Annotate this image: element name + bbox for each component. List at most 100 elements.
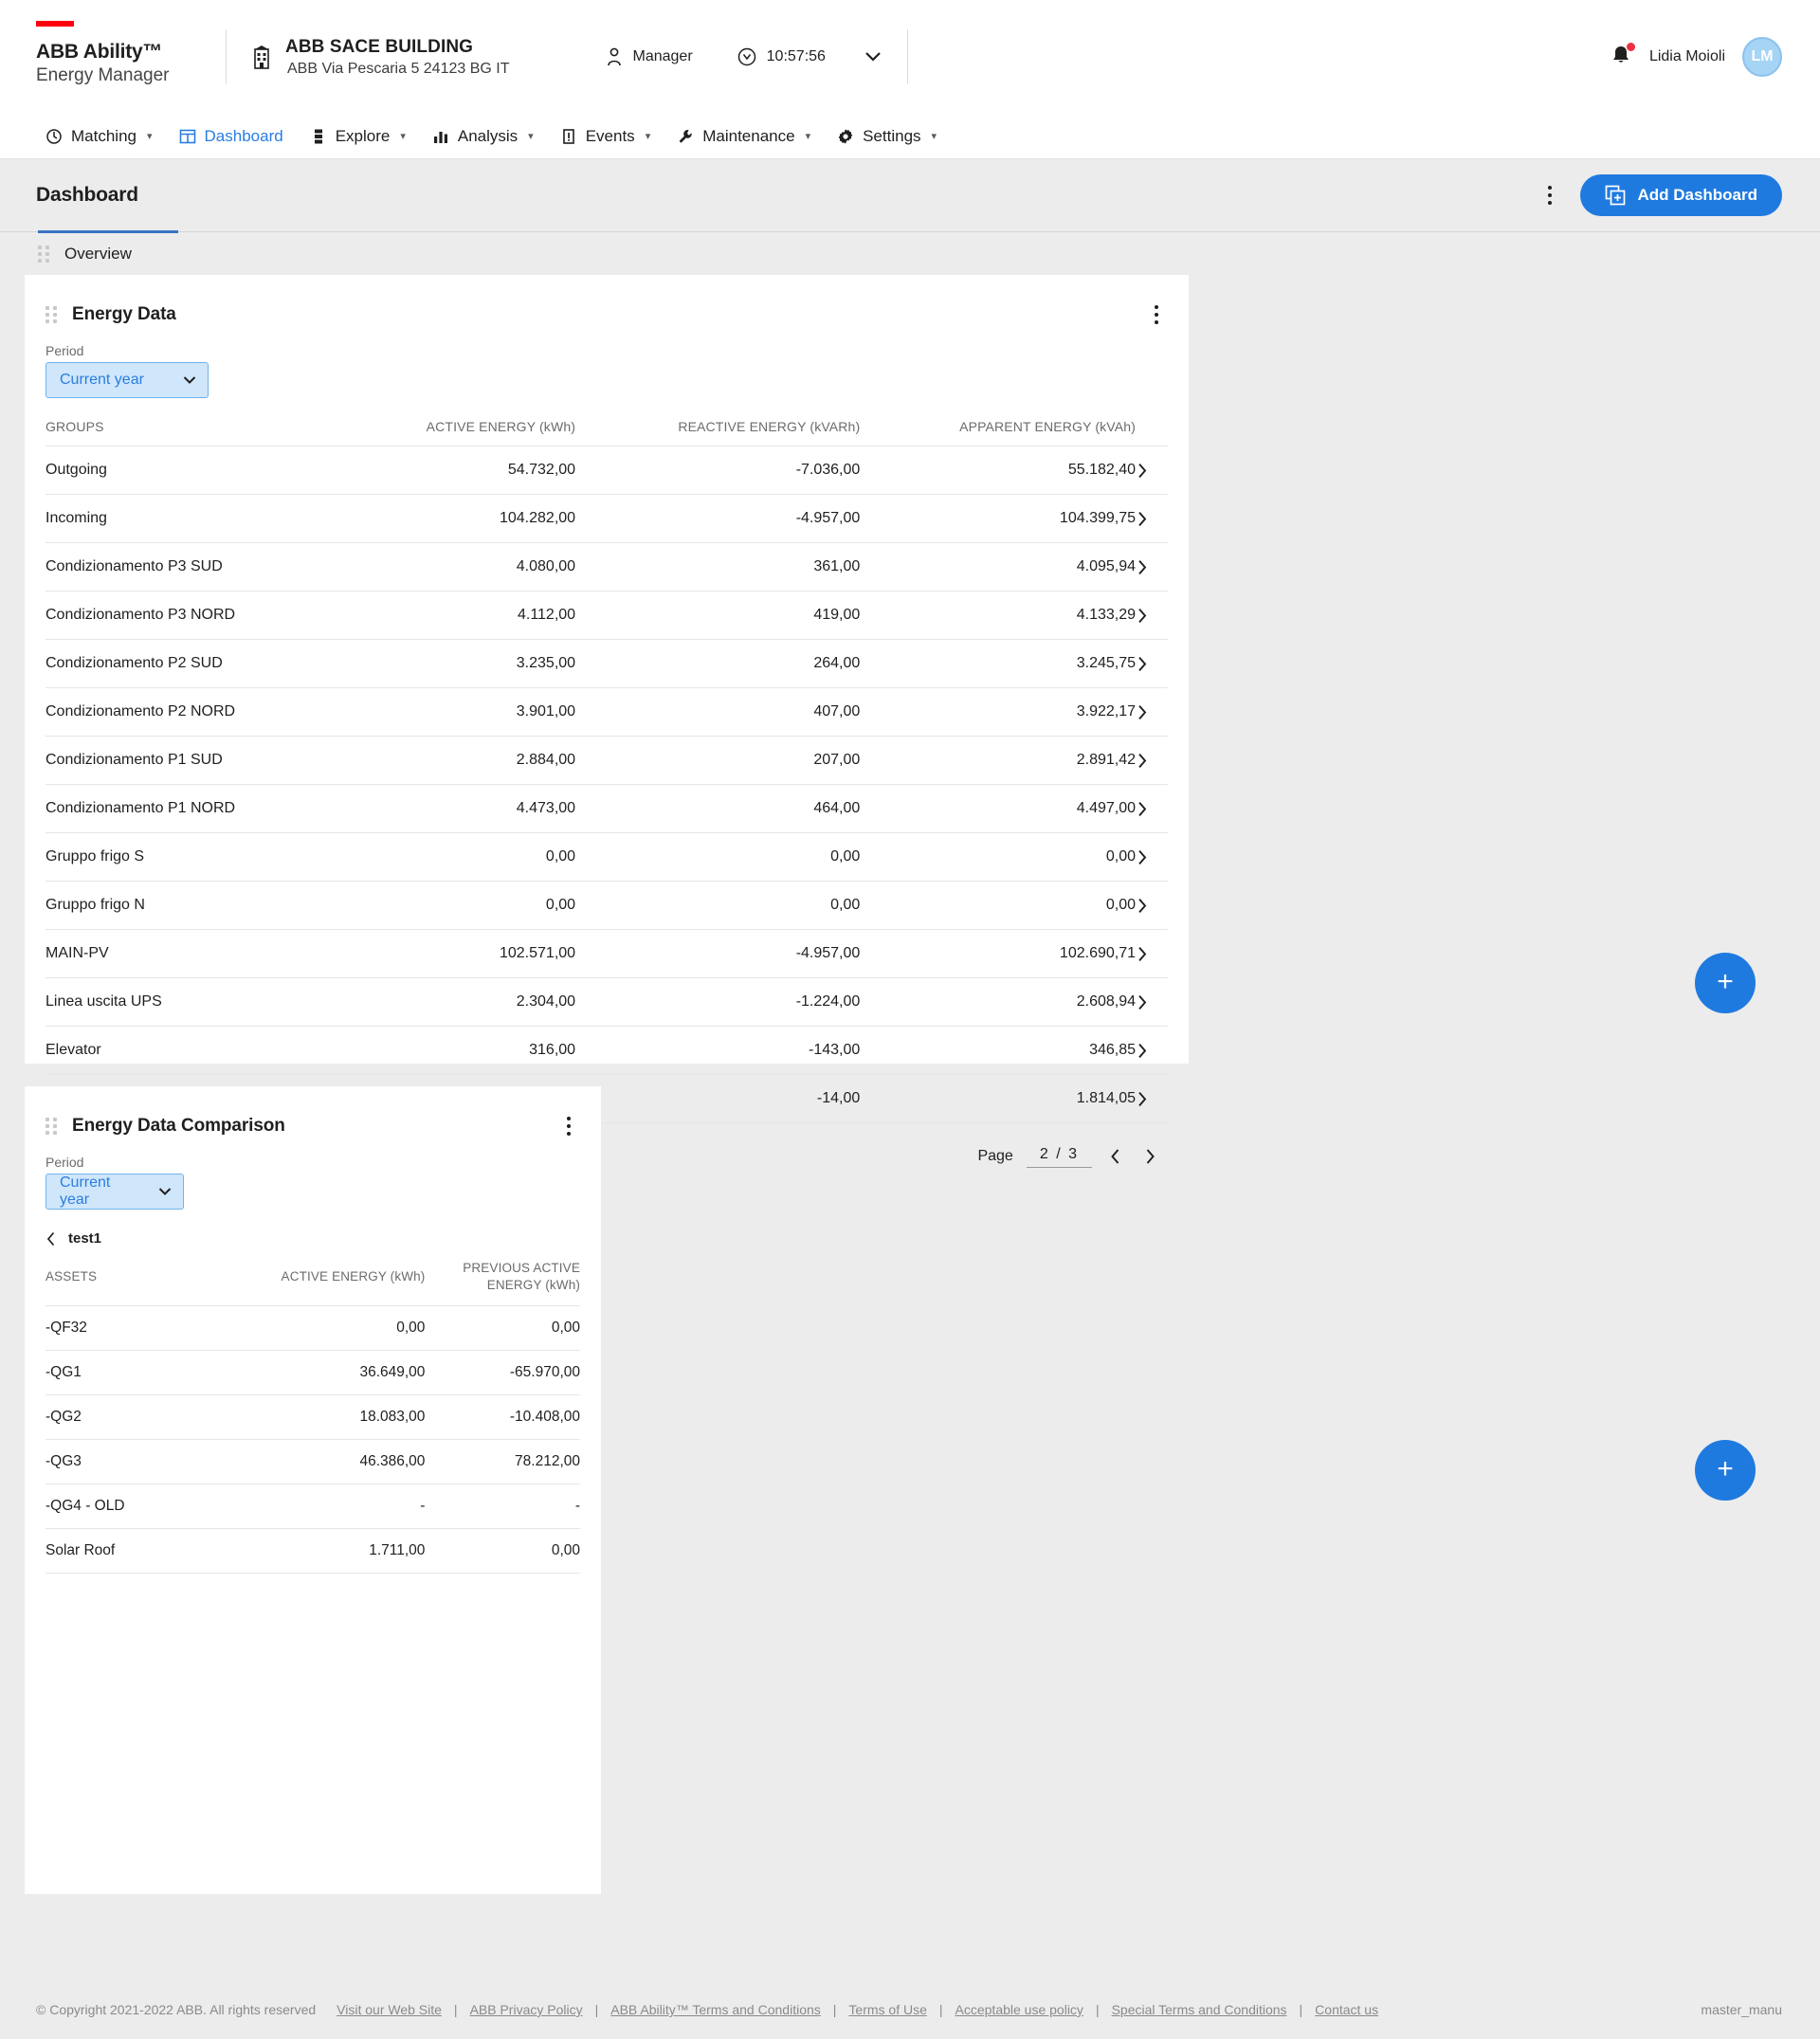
- nav-item-explore[interactable]: Explore ▾: [297, 114, 419, 159]
- period-value: Current year: [60, 372, 144, 388]
- drag-handle-icon[interactable]: [38, 245, 49, 263]
- col-previous: PREVIOUS ACTIVE ENERGY (kWh): [463, 1261, 580, 1293]
- page-separator: /: [1056, 1146, 1063, 1162]
- widget-options-kebab[interactable]: [559, 1111, 578, 1141]
- explore-icon: [310, 128, 327, 145]
- notification-badge: [1626, 43, 1635, 51]
- add-widget-fab-2[interactable]: +: [1695, 1440, 1756, 1501]
- cell-asset-name: -QG2: [46, 1394, 249, 1440]
- table-row[interactable]: Outgoing 54.732,00 -7.036,00 55.182,40: [46, 446, 1168, 495]
- table-row[interactable]: MAIN-PV 102.571,00 -4.957,00 102.690,71: [46, 929, 1168, 978]
- dashboard-options-kebab[interactable]: [1540, 180, 1559, 210]
- site-selector[interactable]: ABB SACE BUILDING ABB Via Pescaria 5 241…: [227, 37, 510, 78]
- nav-item-matching[interactable]: Matching ▾: [32, 114, 166, 159]
- row-drilldown-button[interactable]: [1136, 832, 1168, 882]
- table-row[interactable]: Condizionamento P1 NORD 4.473,00 464,00 4.4…: [46, 784, 1168, 833]
- period-select[interactable]: Current year: [46, 1174, 184, 1210]
- table-row[interactable]: Condizionamento P2 NORD 3.901,00 407,00 3.9…: [46, 687, 1168, 737]
- cell-reactive-energy: 361,00: [575, 542, 861, 592]
- cell-group-name: Incoming: [46, 494, 342, 543]
- table-row[interactable]: -QG2 18.083,00 -10.408,00: [46, 1394, 580, 1440]
- row-drilldown-button[interactable]: [1136, 1074, 1168, 1122]
- widget-options-kebab[interactable]: [1147, 300, 1166, 330]
- tab-label-overview: Overview: [64, 244, 132, 263]
- cell-active-energy: 4.112,00: [341, 591, 576, 640]
- nav-label-analysis: Analysis: [457, 126, 519, 145]
- brand-block[interactable]: ABB Ability™ Energy Manager: [0, 0, 226, 114]
- row-drilldown-button[interactable]: [1136, 736, 1168, 785]
- energy-table-wrapper: GROUPS ACTIVE ENERGY (kWh) REACTIVE ENER…: [25, 419, 1189, 1123]
- table-row[interactable]: Incoming 104.282,00 -4.957,00 104.399,75: [46, 494, 1168, 543]
- row-drilldown-button[interactable]: [1136, 1026, 1168, 1075]
- row-drilldown-button[interactable]: [1136, 494, 1168, 543]
- row-drilldown-button[interactable]: [1136, 977, 1168, 1027]
- prev-page-button[interactable]: [1105, 1148, 1126, 1165]
- page-indicator[interactable]: 2 / 3: [1026, 1144, 1092, 1168]
- cell-active-energy: 1.711,00: [248, 1528, 426, 1574]
- row-drilldown-button[interactable]: [1136, 639, 1168, 688]
- table-row[interactable]: Condizionamento P1 SUD 2.884,00 207,00 2.89…: [46, 736, 1168, 785]
- table-row[interactable]: Condizionamento P2 SUD 3.235,00 264,00 3.24…: [46, 639, 1168, 688]
- table-row[interactable]: Elevator 316,00 -143,00 346,85: [46, 1026, 1168, 1075]
- cell-reactive-energy: -1.224,00: [575, 977, 861, 1027]
- cell-reactive-energy: -14,00: [575, 1074, 861, 1122]
- row-drilldown-button[interactable]: [1136, 446, 1168, 495]
- user-role-label: Manager: [632, 48, 693, 64]
- clock-time: 10:57:56: [766, 48, 826, 64]
- breadcrumb-back[interactable]: test1: [25, 1210, 601, 1247]
- table-row[interactable]: -QG4 - OLD - -: [46, 1484, 580, 1529]
- nav-item-analysis[interactable]: Analysis ▾: [419, 114, 547, 159]
- drag-handle-icon[interactable]: [46, 1118, 57, 1135]
- drag-handle-icon[interactable]: [46, 306, 57, 323]
- chevron-down-icon[interactable]: [864, 50, 883, 64]
- cell-previous-active-energy: 0,00: [425, 1305, 580, 1351]
- footer-link[interactable]: Terms of Use: [848, 2002, 926, 2017]
- nav-item-settings[interactable]: Settings ▾: [824, 114, 950, 159]
- table-row[interactable]: Condizionamento P3 NORD 4.112,00 419,00 4.1…: [46, 591, 1168, 640]
- table-row[interactable]: Condizionamento P3 SUD 4.080,00 361,00 4.09…: [46, 542, 1168, 592]
- chevron-down-icon: [158, 1187, 172, 1196]
- header-divider: [906, 29, 908, 84]
- settings-gear-icon: [837, 128, 854, 145]
- building-icon: [251, 45, 272, 69]
- footer-separator: |: [1299, 2002, 1303, 2017]
- add-widget-fab-1[interactable]: +: [1695, 953, 1756, 1013]
- row-drilldown-button[interactable]: [1136, 881, 1168, 930]
- cell-group-name: Elevator: [46, 1026, 342, 1075]
- cell-asset-name: -QG3: [46, 1439, 249, 1484]
- table-row[interactable]: Linea uscita UPS 2.304,00 -1.224,00 2.608,9…: [46, 977, 1168, 1027]
- nav-item-maintenance[interactable]: Maintenance ▾: [664, 114, 824, 159]
- footer-link[interactable]: ABB Privacy Policy: [470, 2002, 583, 2017]
- footer-link[interactable]: Contact us: [1315, 2002, 1378, 2017]
- table-row[interactable]: -QG3 46.386,00 78.212,00: [46, 1439, 580, 1484]
- widget-title: Energy Data: [72, 304, 176, 324]
- footer-link[interactable]: Acceptable use policy: [956, 2002, 1083, 2017]
- avatar[interactable]: LM: [1742, 37, 1782, 77]
- add-dashboard-button[interactable]: Add Dashboard: [1580, 174, 1782, 216]
- table-row[interactable]: -QF32 0,00 0,00: [46, 1305, 580, 1351]
- next-page-button[interactable]: [1139, 1148, 1160, 1165]
- tab-overview[interactable]: Overview: [0, 232, 132, 276]
- nav-item-dashboard[interactable]: Dashboard: [166, 114, 297, 159]
- dashboard-tabs: Overview: [0, 230, 1820, 276]
- widget-title: Energy Data Comparison: [72, 1116, 285, 1136]
- row-drilldown-button[interactable]: [1136, 687, 1168, 737]
- period-select[interactable]: Current year: [46, 362, 209, 398]
- row-drilldown-button[interactable]: [1136, 542, 1168, 592]
- cell-active-energy: 4.473,00: [341, 784, 576, 833]
- row-drilldown-button[interactable]: [1136, 591, 1168, 640]
- table-row[interactable]: Gruppo frigo N 0,00 0,00 0,00: [46, 881, 1168, 930]
- chevron-left-icon: [46, 1231, 57, 1247]
- row-drilldown-button[interactable]: [1136, 929, 1168, 978]
- nav-item-events[interactable]: Events ▾: [547, 114, 664, 159]
- footer-link[interactable]: ABB Ability™ Terms and Conditions: [610, 2002, 821, 2017]
- table-row[interactable]: Gruppo frigo S 0,00 0,00 0,00: [46, 832, 1168, 882]
- footer-link[interactable]: Special Terms and Conditions: [1112, 2002, 1287, 2017]
- events-icon: [560, 128, 577, 145]
- row-drilldown-button[interactable]: [1136, 784, 1168, 833]
- notifications-bell-icon[interactable]: [1610, 43, 1635, 70]
- abb-logo-bar: [36, 21, 74, 27]
- footer-link[interactable]: Visit our Web Site: [337, 2002, 442, 2017]
- table-row[interactable]: -QG1 36.649,00 -65.970,00: [46, 1350, 580, 1395]
- table-row[interactable]: Solar Roof 1.711,00 0,00: [46, 1528, 580, 1574]
